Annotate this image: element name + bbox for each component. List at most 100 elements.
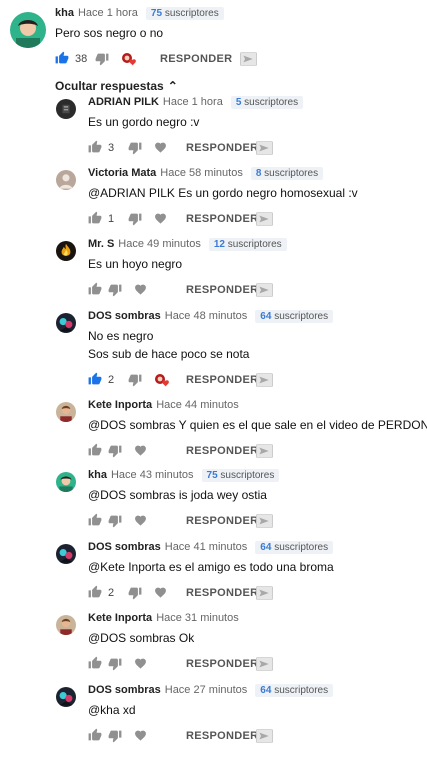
chevron-up-icon: ⌃ [167, 79, 178, 93]
like-icon[interactable] [88, 211, 102, 224]
comment-time[interactable]: Hace 31 minutos [156, 612, 239, 624]
hide-replies-button[interactable]: Ocultar respuestas ⌃ [55, 79, 178, 93]
author-name[interactable]: ADRIAN PILK [88, 96, 159, 108]
subscriber-count: 5 [235, 97, 242, 108]
heart-icon[interactable] [134, 729, 147, 741]
dos-sombras-avatar-icon[interactable] [56, 544, 76, 564]
reply-button[interactable]: RESPONDER [186, 658, 258, 670]
like-icon[interactable] [88, 728, 102, 741]
like-icon[interactable] [55, 51, 69, 64]
dislike-icon[interactable] [95, 53, 109, 66]
share-icon[interactable] [256, 212, 273, 226]
dislike-icon[interactable] [128, 374, 142, 387]
comment-time[interactable]: Hace 44 minutos [156, 399, 239, 411]
share-icon[interactable] [256, 141, 273, 155]
reply-button[interactable]: RESPONDER [186, 515, 258, 527]
like-icon[interactable] [88, 372, 102, 385]
comment-time[interactable]: Hace 43 minutos [111, 469, 194, 481]
flame-avatar-icon[interactable] [56, 241, 76, 261]
comment-time[interactable]: Hace 48 minutos [165, 310, 248, 322]
comment-text: Es un hoyo negro [88, 257, 183, 271]
heart-icon[interactable] [134, 514, 147, 526]
author-name[interactable]: Kete Inporta [88, 399, 152, 411]
subscriber-badge: 8 suscriptores [250, 167, 324, 180]
share-icon[interactable] [256, 657, 273, 671]
dislike-icon[interactable] [108, 658, 122, 671]
like-icon[interactable] [88, 443, 102, 456]
comment-time[interactable]: Hace 41 minutos [165, 541, 248, 553]
dos-sombras-avatar-icon[interactable] [56, 687, 76, 707]
heart-icon[interactable] [134, 657, 147, 669]
dislike-icon[interactable] [108, 445, 122, 458]
comment-header: Mr. S Hace 49 minutos 12 suscriptores [88, 238, 287, 251]
share-icon[interactable] [256, 514, 273, 528]
dark-avatar-icon[interactable] [56, 99, 76, 119]
author-name[interactable]: DOS sombras [88, 310, 161, 322]
dislike-icon[interactable] [128, 587, 142, 600]
reply-comment: kha Hace 43 minutos 75 suscriptores @DOS so… [0, 469, 427, 542]
reply-button[interactable]: RESPONDER [186, 730, 258, 742]
comment-actions: RESPONDER [88, 282, 427, 300]
subscriber-word: suscriptores [274, 542, 329, 553]
kete-avatar-icon[interactable] [56, 402, 76, 422]
subscriber-badge: 75 suscriptores [145, 7, 224, 20]
subscriber-count: 12 [213, 239, 225, 250]
share-icon[interactable] [256, 444, 273, 458]
author-name[interactable]: Victoria Mata [88, 167, 156, 179]
subscriber-count: 75 [150, 8, 163, 19]
comment-header: DOS sombras Hace 41 minutos 64 suscriptore… [88, 541, 334, 554]
comment-time[interactable]: Hace 1 hora [78, 7, 138, 19]
comment-time[interactable]: Hace 1 hora [163, 96, 223, 108]
dislike-icon[interactable] [128, 142, 142, 155]
reply-button[interactable]: RESPONDER [160, 53, 232, 65]
reply-button[interactable]: RESPONDER [186, 142, 258, 154]
heart-icon[interactable] [134, 444, 147, 456]
heart-icon[interactable] [154, 141, 167, 153]
reply-comment: Victoria Mata Hace 58 minutos 8 suscriptor… [0, 167, 427, 240]
author-name[interactable]: kha [88, 469, 107, 481]
dos-sombras-avatar-icon[interactable] [56, 313, 76, 333]
creator-heart-icon[interactable] [121, 52, 137, 66]
heart-icon[interactable] [134, 283, 147, 295]
reply-button[interactable]: RESPONDER [186, 213, 258, 225]
author-name[interactable]: DOS sombras [88, 684, 161, 696]
comment-time[interactable]: Hace 49 minutos [118, 238, 201, 250]
reply-button[interactable]: RESPONDER [186, 445, 258, 457]
comment-time[interactable]: Hace 27 minutos [165, 684, 248, 696]
kete-avatar-icon[interactable] [56, 615, 76, 635]
comment-time[interactable]: Hace 58 minutos [160, 167, 243, 179]
like-icon[interactable] [88, 282, 102, 295]
comment-header: kha Hace 43 minutos 75 suscriptores [88, 469, 280, 482]
like-count: 3 [108, 142, 115, 154]
like-icon[interactable] [88, 140, 102, 153]
author-name[interactable]: kha [55, 7, 74, 19]
share-icon[interactable] [240, 52, 257, 66]
dislike-icon[interactable] [108, 730, 122, 743]
dislike-icon[interactable] [128, 213, 142, 226]
author-name[interactable]: DOS sombras [88, 541, 161, 553]
heart-icon[interactable] [154, 586, 167, 598]
like-icon[interactable] [88, 656, 102, 669]
default-avatar-icon[interactable] [56, 170, 76, 190]
like-icon[interactable] [88, 585, 102, 598]
heart-icon[interactable] [154, 212, 167, 224]
subscriber-word: suscriptores [227, 239, 282, 250]
share-icon[interactable] [256, 729, 273, 743]
kha-avatar-icon[interactable] [56, 472, 76, 492]
subscriber-count: 64 [260, 685, 272, 696]
dislike-icon[interactable] [108, 284, 122, 297]
creator-heart-icon[interactable] [154, 373, 170, 387]
share-icon[interactable] [256, 586, 273, 600]
reply-button[interactable]: RESPONDER [186, 587, 258, 599]
reply-button[interactable]: RESPONDER [186, 284, 258, 296]
share-icon[interactable] [256, 373, 273, 387]
reply-button[interactable]: RESPONDER [186, 374, 258, 386]
kha-avatar-icon[interactable] [10, 12, 46, 48]
dislike-icon[interactable] [108, 515, 122, 528]
author-name[interactable]: Kete Inporta [88, 612, 152, 624]
author-name[interactable]: Mr. S [88, 238, 114, 250]
comment-actions: RESPONDER [88, 513, 427, 531]
like-icon[interactable] [88, 513, 102, 526]
comment-header: Kete Inporta Hace 44 minutos [88, 399, 239, 411]
share-icon[interactable] [256, 283, 273, 297]
